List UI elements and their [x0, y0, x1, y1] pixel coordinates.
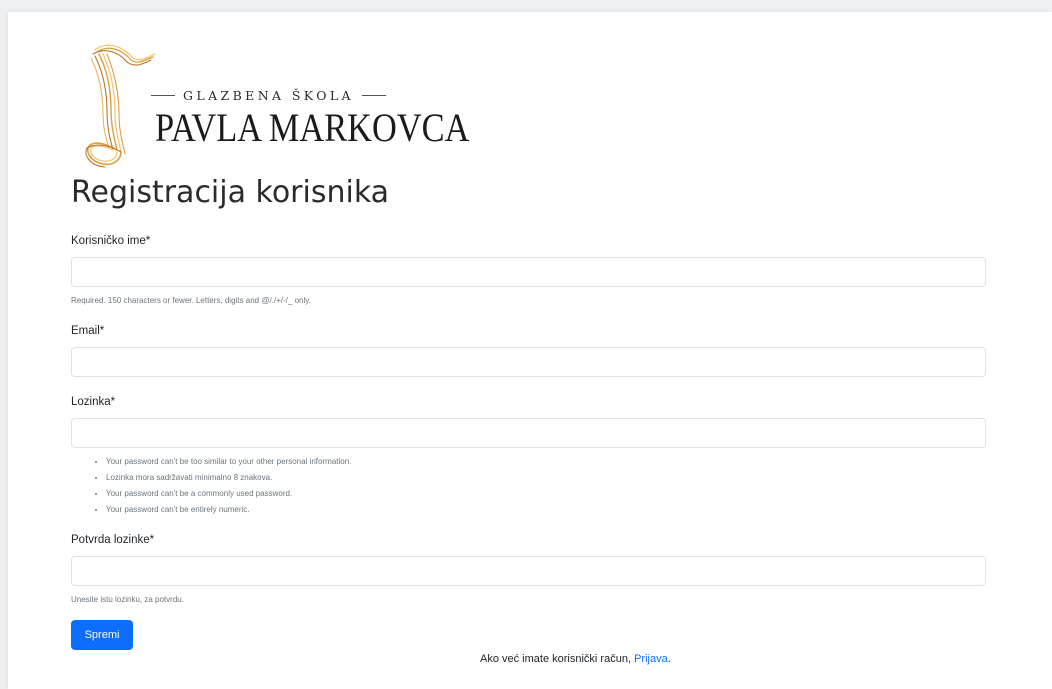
- page-card: GLAZBENA ŠKOLA PAVLA MARKOVCA Registraci…: [8, 12, 1052, 689]
- password-help-item: Your password can't be entirely numeric.: [106, 502, 351, 518]
- logo-top-text: GLAZBENA ŠKOLA: [183, 88, 354, 103]
- login-prompt: Ako već imate korisnički račun, Prijava.: [480, 653, 671, 665]
- logo-rule-right: [362, 95, 386, 96]
- page-title: Registracija korisnika: [71, 175, 390, 210]
- logo-rule-left: [151, 95, 175, 96]
- email-input[interactable]: [71, 347, 986, 377]
- password-confirm-input[interactable]: [71, 556, 986, 586]
- login-prompt-text: Ako već imate korisnički račun,: [480, 653, 635, 665]
- logo-subtitle: GLAZBENA ŠKOLA: [151, 88, 386, 103]
- save-button[interactable]: Spremi: [71, 620, 133, 650]
- login-prompt-suffix: .: [667, 653, 671, 665]
- password-help-list: Your password can't be too similar to yo…: [94, 454, 351, 518]
- logo-main-text: PAVLA MARKOVCA: [155, 105, 470, 150]
- email-label: Email*: [71, 325, 105, 337]
- username-help-text: Required. 150 characters or fewer. Lette…: [71, 296, 311, 305]
- password-confirm-help-text: Unesite istu lozinku, za potvrdu.: [71, 595, 184, 604]
- password-input[interactable]: [71, 418, 986, 448]
- password-help-item: Lozinka mora sadržavati minimalno 8 znak…: [106, 470, 351, 486]
- username-input[interactable]: [71, 257, 986, 287]
- music-note-logo-icon: [85, 44, 156, 168]
- school-logo: GLAZBENA ŠKOLA PAVLA MARKOVCA: [81, 40, 469, 170]
- login-link[interactable]: Prijava: [634, 653, 668, 665]
- password-label: Lozinka*: [71, 396, 116, 408]
- username-label: Korisničko ime*: [71, 235, 151, 247]
- password-help-item: Your password can't be too similar to yo…: [106, 454, 351, 470]
- password-confirm-label: Potvrda lozinke*: [71, 534, 155, 546]
- password-help-item: Your password can't be a commonly used p…: [106, 486, 351, 502]
